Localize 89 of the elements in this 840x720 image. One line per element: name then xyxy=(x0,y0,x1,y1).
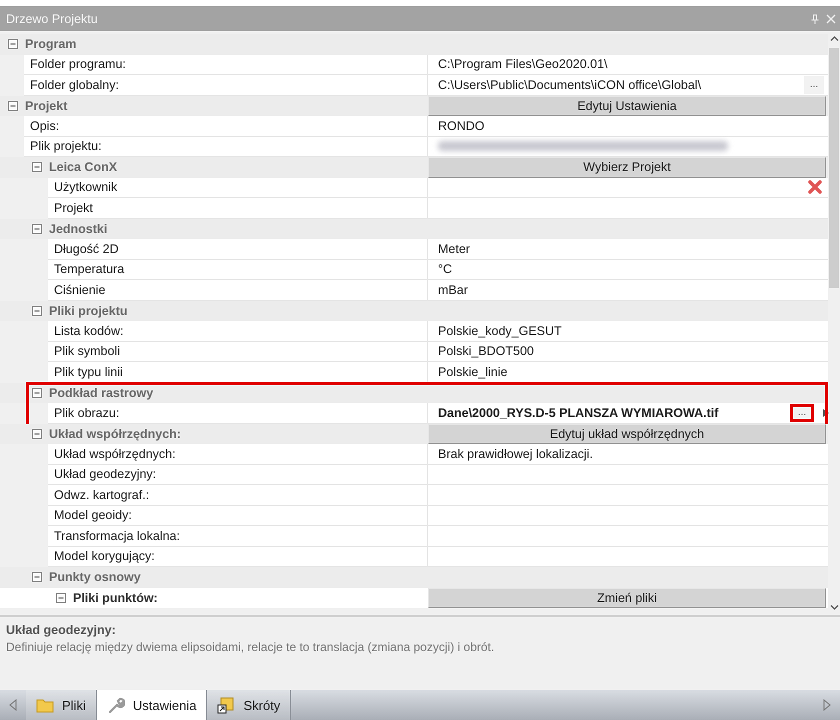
value-cell[interactable] xyxy=(428,526,828,546)
group-label: Leica ConX xyxy=(49,160,118,174)
tab[interactable]: Skróty xyxy=(207,690,292,720)
close-icon[interactable] xyxy=(826,14,836,24)
property-value: RONDO xyxy=(438,118,485,133)
shortcut-icon xyxy=(217,696,236,714)
value-cell[interactable] xyxy=(428,136,828,157)
property-label: Transformacja lokalna: xyxy=(54,528,180,543)
collapse-icon[interactable] xyxy=(8,100,18,111)
collapse-icon[interactable] xyxy=(32,388,42,398)
value-cell[interactable]: Polski_BDOT500 xyxy=(428,342,828,362)
value-cell[interactable] xyxy=(428,485,828,506)
value-cell[interactable] xyxy=(428,506,828,526)
property-label: Długość 2D xyxy=(54,242,119,256)
collapse-icon[interactable] xyxy=(32,572,42,582)
group-action-button[interactable]: Zmień pliki xyxy=(428,588,826,608)
collapse-icon[interactable] xyxy=(32,428,42,439)
property-label: Folder globalny: xyxy=(30,78,119,92)
value-cell[interactable]: Polskie_linie xyxy=(428,362,828,382)
group-label: Podkład rastrowy xyxy=(49,386,154,400)
value-cell[interactable] xyxy=(428,546,828,567)
property-value: Polskie_linie xyxy=(438,364,508,379)
browse-button[interactable]: ... xyxy=(804,76,824,94)
value-cell[interactable]: °C xyxy=(428,260,828,280)
property-label: Układ współrzędnych: xyxy=(54,446,176,461)
value-cell[interactable]: C:\Users\Public\Documents\iCON office\Global\ ... xyxy=(428,75,828,96)
scroll-right-icon[interactable] xyxy=(822,699,832,711)
property-value: Polskie_kody_GESUT xyxy=(438,324,562,338)
property-label: Użytkownik xyxy=(54,180,118,194)
scroll-thumb[interactable] xyxy=(829,48,839,288)
value-cell[interactable] xyxy=(428,198,828,218)
property-label: Temperatura xyxy=(54,262,124,276)
collapse-icon[interactable] xyxy=(32,306,42,316)
value-cell[interactable]: Dane\2000_RYS.D-5 PLANSZA WYMIAROWA.tif ... xyxy=(428,403,828,424)
collapse-icon[interactable] xyxy=(32,224,42,234)
panel-title: Drzewo Projektu xyxy=(6,12,99,26)
pin-icon[interactable] xyxy=(810,14,820,24)
group-action-button[interactable]: Edytuj układ współrzędnych xyxy=(428,424,826,444)
value-cell[interactable]: mBar xyxy=(428,280,828,300)
group-label: Punkty osnowy xyxy=(49,570,141,584)
value-cell[interactable]: Brak prawidłowej lokalizacji. xyxy=(428,444,828,464)
tab[interactable]: Pliki xyxy=(26,690,97,720)
group-label: Pliki projektu xyxy=(49,304,128,318)
scroll-down-icon[interactable] xyxy=(830,604,838,611)
property-value: mBar xyxy=(438,282,468,297)
value-cell[interactable]: Meter xyxy=(428,239,828,260)
property-label: Plik projektu: xyxy=(30,139,102,154)
description-text: Definiuje relację między dwiema elipsoidami, relacje te to translacja (zmiana pozycji) i obrót. xyxy=(6,640,496,654)
property-value: C:\Program Files\Geo2020.01\ xyxy=(438,57,608,72)
group-action-button[interactable]: Wybierz Projekt xyxy=(428,157,826,178)
property-value: °C xyxy=(438,262,452,276)
property-label: Model geoidy: xyxy=(54,508,132,522)
description-title: Układ geodezyjny: xyxy=(6,623,117,637)
property-label: Lista kodów: xyxy=(54,324,124,338)
property-value: C:\Users\Public\Documents\iCON office\Global\ xyxy=(438,78,702,92)
value-cell[interactable]: Polskie_kody_GESUT xyxy=(428,321,828,342)
collapse-icon[interactable] xyxy=(32,162,42,172)
property-value: Brak prawidłowej lokalizacji. xyxy=(438,446,593,461)
value-cell[interactable]: C:\Program Files\Geo2020.01\ xyxy=(428,54,828,75)
tab[interactable]: Ustawienia xyxy=(96,690,208,720)
property-label: Odwz. kartograf.: xyxy=(54,488,150,502)
group-label: Projekt xyxy=(25,98,68,113)
group-label: Pliki punktów: xyxy=(73,590,158,605)
group-label: Jednostki xyxy=(49,222,108,236)
scroll-left-icon[interactable] xyxy=(8,699,18,711)
property-value: Dane\2000_RYS.D-5 PLANSZA WYMIAROWA.tif xyxy=(438,406,718,420)
property-value: Meter xyxy=(438,242,470,256)
group-action-button[interactable]: Edytuj Ustawienia xyxy=(428,96,826,116)
property-label: Układ geodezyjny: xyxy=(54,467,156,482)
wrench-icon xyxy=(106,696,125,714)
property-value: Polski_BDOT500 xyxy=(438,344,534,358)
value-cell[interactable]: RONDO xyxy=(428,116,828,136)
property-label: Opis: xyxy=(30,118,60,133)
property-label: Model korygujący: xyxy=(54,549,155,564)
property-label: Plik symboli xyxy=(54,344,120,358)
group-label: Układ współrzędnych: xyxy=(49,426,181,441)
browse-button[interactable]: ... xyxy=(790,404,814,422)
property-label: Folder programu: xyxy=(30,57,126,72)
property-label: Projekt xyxy=(54,200,93,215)
value-cell[interactable] xyxy=(428,464,828,485)
group-label: Program xyxy=(25,37,76,52)
property-label: Plik typu linii xyxy=(54,364,123,379)
collapse-icon[interactable] xyxy=(8,39,18,50)
scroll-up-icon[interactable] xyxy=(830,35,838,42)
property-label: Plik obrazu: xyxy=(54,406,120,420)
value-cell[interactable] xyxy=(428,178,828,198)
property-label: Ciśnienie xyxy=(54,282,106,297)
collapse-icon[interactable] xyxy=(56,592,66,603)
delete-icon[interactable] xyxy=(808,180,822,194)
